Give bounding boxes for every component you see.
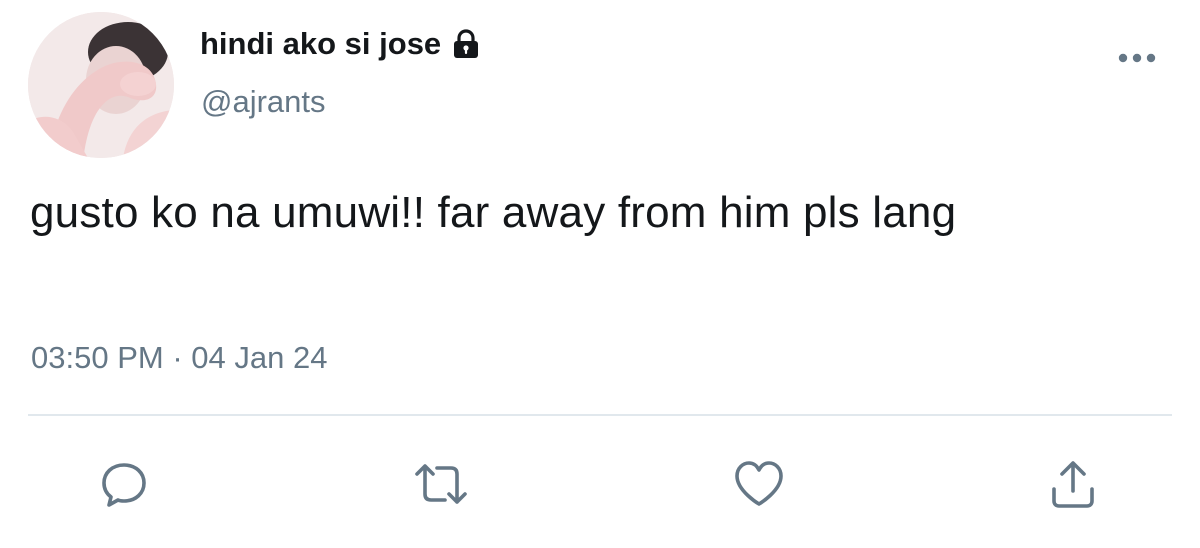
tweet-timestamp[interactable]: 03:50 PM · 04 Jan 24 bbox=[31, 340, 327, 376]
tweet-time: 03:50 PM bbox=[31, 340, 164, 375]
action-bar bbox=[0, 452, 1200, 516]
lock-icon bbox=[454, 29, 479, 58]
divider bbox=[28, 414, 1172, 416]
tweet-date: 04 Jan 24 bbox=[191, 340, 328, 375]
display-name-row[interactable]: hindi ako si jose bbox=[200, 22, 483, 66]
user-handle[interactable]: @ajrants bbox=[201, 84, 326, 120]
reply-button[interactable] bbox=[92, 452, 156, 516]
meta-separator: · bbox=[172, 340, 183, 375]
retweet-icon bbox=[415, 464, 467, 504]
like-button[interactable] bbox=[727, 452, 791, 516]
share-icon bbox=[1052, 461, 1094, 508]
more-horizontal-icon bbox=[1118, 53, 1156, 63]
avatar-image bbox=[28, 12, 174, 158]
tweet-card: hindi ako si jose @ajrants gusto ko na u… bbox=[0, 0, 1200, 548]
avatar[interactable] bbox=[28, 12, 174, 158]
reply-icon bbox=[102, 463, 146, 507]
tweet-text: gusto ko na umuwi!! far away from him pl… bbox=[30, 188, 957, 237]
display-name[interactable]: hindi ako si jose bbox=[200, 26, 441, 62]
more-options-button[interactable] bbox=[1112, 40, 1162, 76]
retweet-button[interactable] bbox=[409, 452, 473, 516]
heart-icon bbox=[735, 461, 783, 506]
share-button[interactable] bbox=[1041, 452, 1105, 516]
